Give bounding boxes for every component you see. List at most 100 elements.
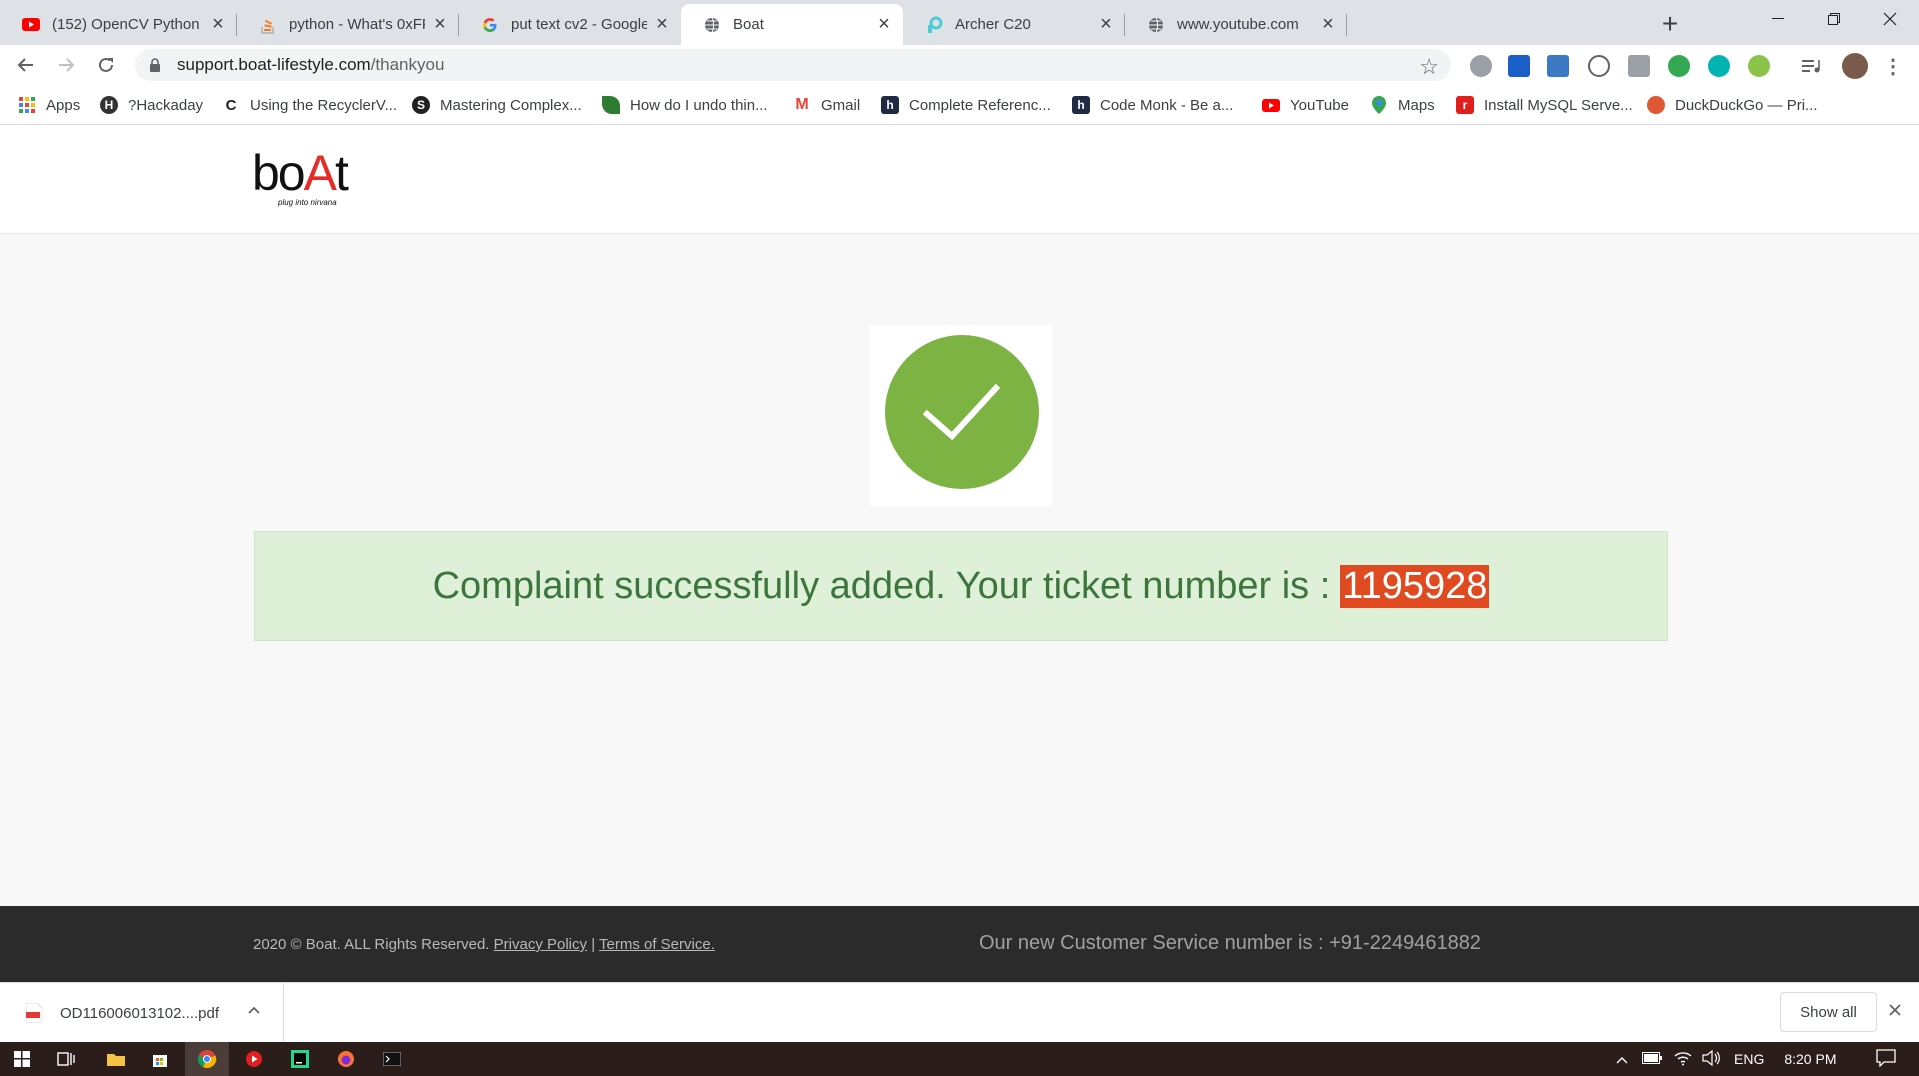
bookmark-undo[interactable]: How do I undo thin... [602,93,768,117]
close-shelf-icon[interactable] [1888,997,1902,1023]
store-icon[interactable] [138,1042,182,1076]
language-indicator[interactable]: ENG [1734,1051,1764,1067]
new-tab-button[interactable]: + [1652,6,1688,42]
logo-tagline: plug into nirvana [278,198,337,207]
minimize-button[interactable] [1750,0,1806,38]
tab-stackoverflow[interactable]: python - What's 0xFF for in cv × [237,4,459,45]
bookmark-duckduckgo[interactable]: DuckDuckGo — Pri... [1647,93,1818,117]
close-tab-icon[interactable]: × [209,13,227,35]
download-item[interactable]: OD116006013102....pdf [0,983,284,1043]
download-shelf: OD116006013102....pdf Show all [0,982,1919,1043]
tray-chevron-up-icon[interactable] [1616,1051,1628,1067]
success-check-icon [885,335,1039,489]
url-text: support.boat-lifestyle.com/thankyou [177,55,444,75]
close-tab-icon[interactable]: × [1097,13,1115,35]
tab-boat[interactable]: Boat × [681,4,903,45]
privacy-policy-link[interactable]: Privacy Policy [494,936,587,953]
tab-title: Archer C20 [955,16,1031,33]
success-alert: Complaint successfully added. Your ticke… [254,531,1668,641]
pdf-file-icon [25,1002,43,1024]
media-control-icon[interactable] [1800,55,1822,77]
footer-copyright: 2020 © Boat. ALL Rights Reserved. Privac… [253,936,715,953]
extension-globe-icon[interactable] [1748,55,1770,77]
bookmark-label: Code Monk - Be a... [1100,96,1234,114]
bookmark-mysql[interactable]: r Install MySQL Serve... [1456,93,1633,117]
firefox-icon[interactable] [324,1042,368,1076]
logo-text-1: bo [252,145,306,201]
medium-icon: S [412,96,430,114]
tab-archer[interactable]: Archer C20 × [903,4,1125,45]
chrome-taskbar-icon[interactable] [185,1042,229,1076]
tab-opencv[interactable]: (152) OpenCV Python Tutoria × [0,4,237,45]
success-icon-card [869,325,1052,506]
terms-of-service-link[interactable]: Terms of Service. [599,936,715,953]
tab-title: Boat [733,16,764,33]
logo-text-2: A [303,145,337,201]
close-window-button[interactable] [1862,0,1918,38]
logo-wordmark: boAt [252,145,349,201]
extension-chat-icon[interactable] [1628,55,1650,77]
file-explorer-icon[interactable] [94,1042,138,1076]
codepath-icon: C [225,96,237,114]
extension-plus-icon[interactable] [1668,55,1690,77]
site-header: boAt plug into nirvana [0,126,1919,234]
forward-button[interactable] [50,49,82,81]
profile-avatar[interactable] [1842,53,1868,79]
bookmark-gmail[interactable]: M Gmail [793,93,860,117]
copyright-text: 2020 © Boat. ALL Rights Reserved. [253,936,490,953]
tab-youtube[interactable]: www.youtube.com × [1125,4,1347,45]
pycharm-icon[interactable] [278,1042,322,1076]
bookmark-label: YouTube [1290,96,1349,114]
menu-kebab-icon[interactable]: ⋮ [1882,55,1904,78]
extension-drive-icon[interactable] [1547,55,1569,77]
battery-icon[interactable] [1642,1051,1662,1067]
extension-compass-icon[interactable] [1470,55,1492,77]
back-button[interactable] [10,49,42,81]
task-view-icon[interactable] [44,1042,88,1076]
bookmark-apps[interactable]: Apps [18,93,80,117]
taskbar-clock[interactable]: 8:20 PM [1784,1051,1836,1067]
alert-message: Complaint successfully added. Your ticke… [432,564,1331,607]
youtube-app-icon[interactable] [232,1042,276,1076]
tab-strip: (152) OpenCV Python Tutoria × python - W… [0,0,1919,45]
bookmark-star-icon[interactable]: ☆ [1419,54,1439,80]
close-tab-icon[interactable]: × [653,13,671,35]
chevron-up-icon[interactable] [248,1001,260,1019]
tplink-icon [925,16,943,34]
leaf-icon [602,96,620,114]
tab-title: put text cv2 - Google Search [511,16,647,33]
tab-title: python - What's 0xFF for in cv [289,16,425,33]
bookmark-mastering[interactable]: S Mastering Complex... [412,93,582,117]
close-tab-icon[interactable]: × [431,13,449,35]
extension-m-icon[interactable] [1708,55,1730,77]
notifications-icon[interactable] [1876,1048,1897,1070]
bookmark-codemonk[interactable]: h Code Monk - Be a... [1072,93,1233,117]
bookmark-label: ?Hackaday [128,96,204,114]
reload-button[interactable] [90,49,122,81]
extension-trello-icon[interactable] [1508,55,1530,77]
site-footer: 2020 © Boat. ALL Rights Reserved. Privac… [0,906,1919,982]
address-bar[interactable]: support.boat-lifestyle.com/thankyou ☆ [135,49,1451,81]
page-content: boAt plug into nirvana Complaint success… [0,126,1919,906]
wifi-icon[interactable] [1674,1050,1692,1069]
terminal-icon[interactable] [370,1042,414,1076]
bookmark-complete-reference[interactable]: h Complete Referenc... [881,93,1051,117]
bookmark-maps[interactable]: Maps [1370,93,1435,117]
bookmark-hackaday[interactable]: H ?Hackaday [100,93,203,117]
bookmark-recyclerview[interactable]: C Using the RecyclerV... [222,93,397,117]
close-tab-icon[interactable]: × [1319,13,1337,35]
show-all-downloads-button[interactable]: Show all [1780,992,1877,1032]
apps-grid-icon [18,96,36,114]
close-tab-icon[interactable]: × [875,13,893,35]
bookmark-youtube[interactable]: YouTube [1262,93,1349,117]
windows-start-icon[interactable] [0,1042,44,1076]
boat-logo[interactable]: boAt plug into nirvana [252,148,362,208]
h-logo-icon: h [1072,96,1090,114]
tab-google-search[interactable]: put text cv2 - Google Search × [459,4,681,45]
volume-icon[interactable] [1702,1049,1720,1069]
restore-button[interactable] [1806,0,1862,38]
extension-code-icon[interactable] [1588,55,1610,77]
lock-icon[interactable] [149,57,163,73]
windows-taskbar: ENG 8:20 PM [0,1042,1919,1076]
duckduckgo-icon [1647,96,1665,114]
